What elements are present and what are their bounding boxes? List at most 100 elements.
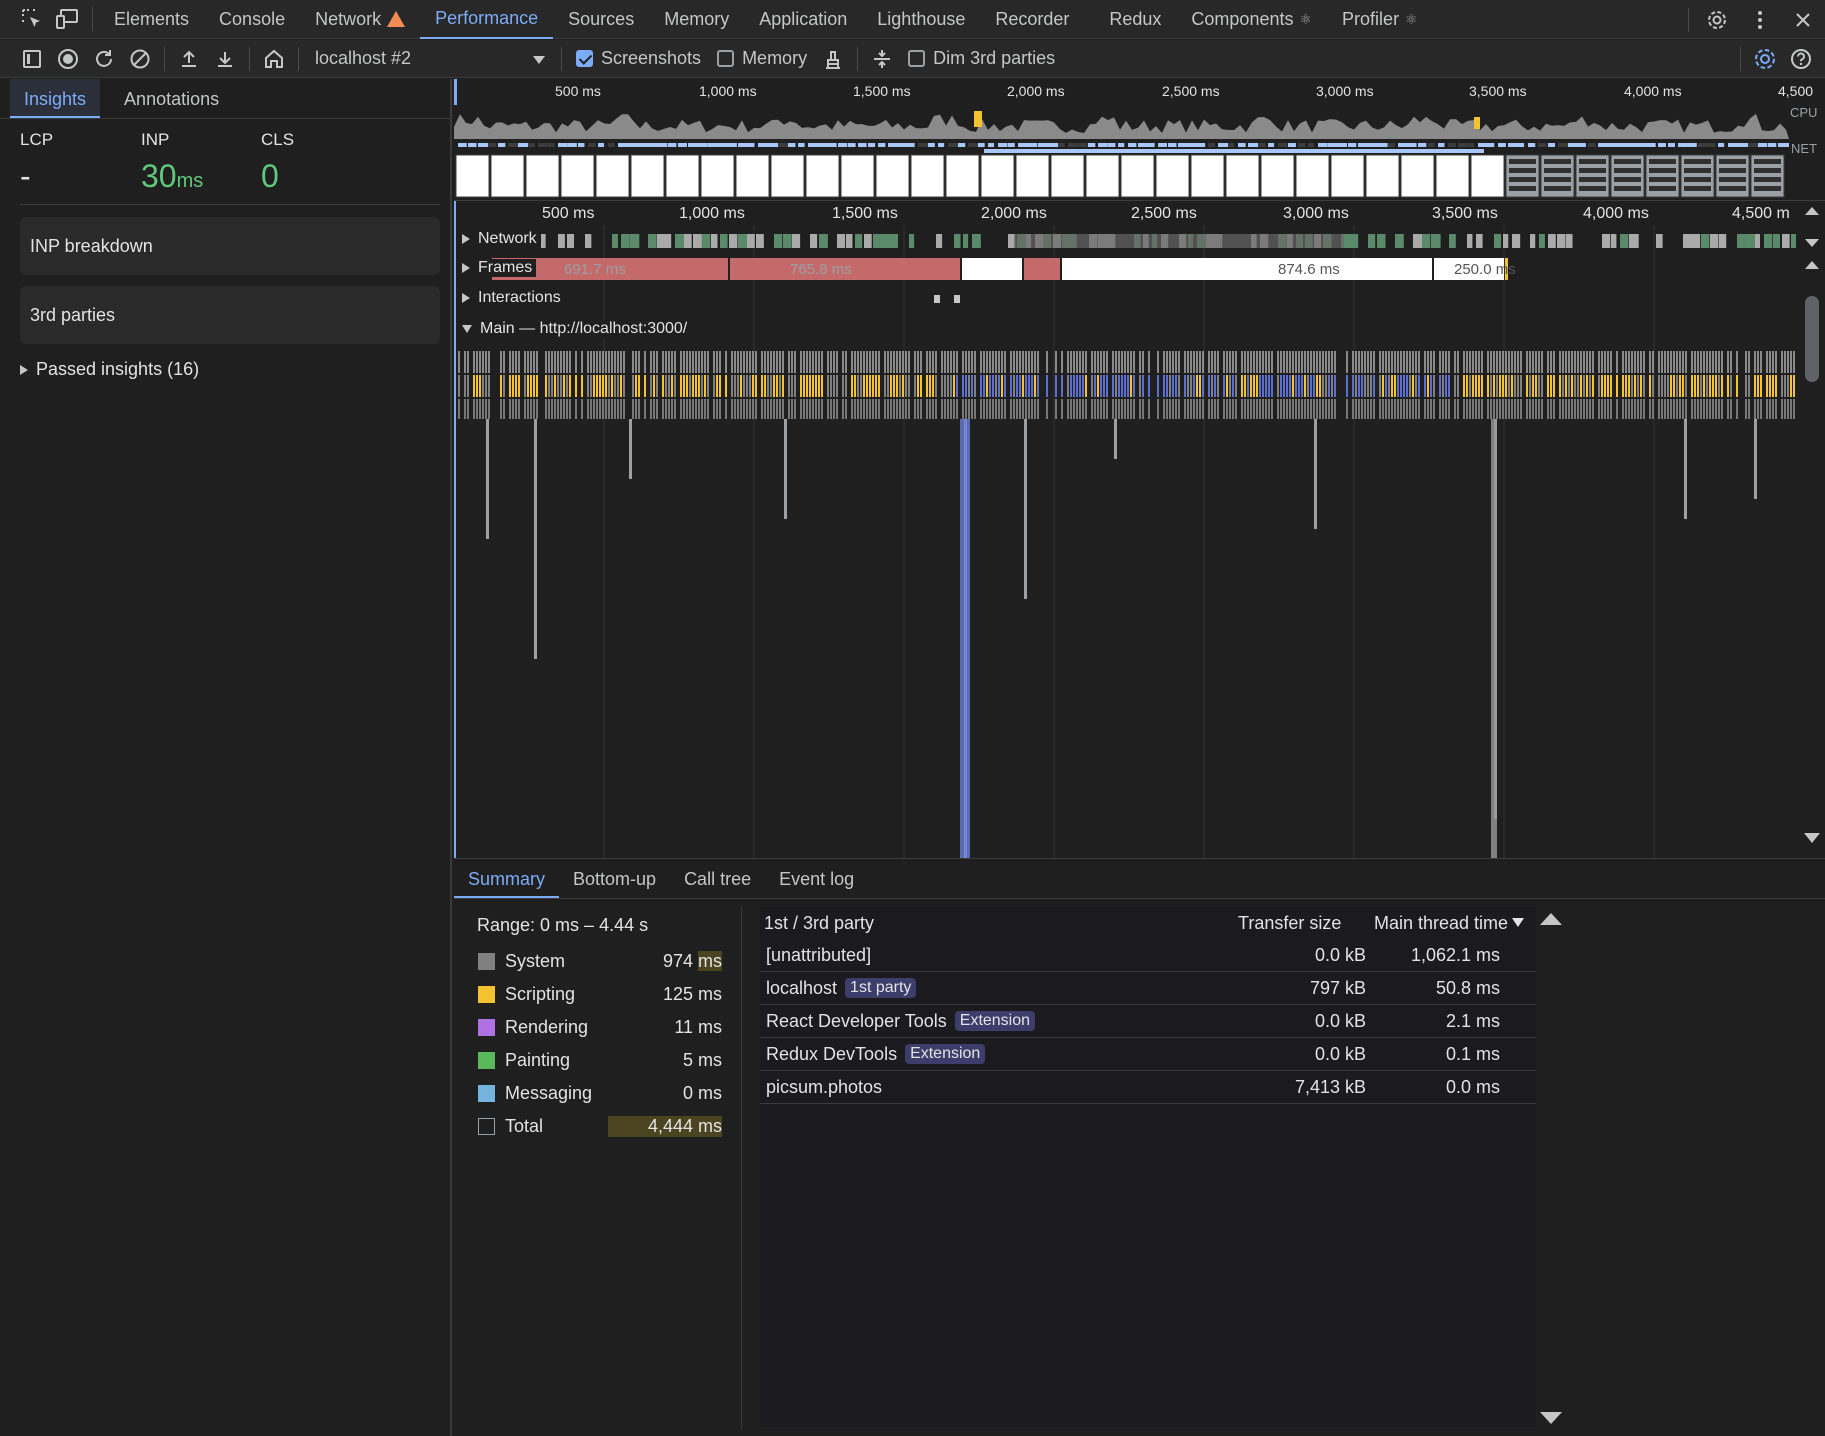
tab-network[interactable]: Network [300,0,420,39]
task-slice [929,375,931,397]
task-slice [1562,399,1564,419]
tab-performance[interactable]: Performance [420,0,554,39]
passed-insights-toggle[interactable]: Passed insights (16) [20,359,199,380]
third-parties-card[interactable]: 3rd parties [20,286,440,344]
device-toolbar-icon[interactable] [50,0,86,39]
tab-event-log[interactable]: Event log [765,859,868,898]
task-slice [545,351,547,373]
task-slice [941,375,943,397]
task-slice [743,351,745,373]
task-slice [1466,351,1468,373]
task-slice [1289,375,1291,397]
download-icon[interactable] [207,39,243,78]
task-slice [1223,375,1225,397]
garbage-collect-icon[interactable] [815,39,851,78]
table-row[interactable]: localhost 1st party 797 kB 50.8 ms [760,972,1536,1005]
tab-redux[interactable]: Redux [1094,0,1176,39]
tab-insights[interactable]: Insights [10,79,101,118]
record-icon[interactable] [50,39,86,78]
tab-components[interactable]: Components ⚛ [1176,0,1327,39]
upload-icon[interactable] [171,39,207,78]
task-slice [512,351,514,373]
column-header-party[interactable]: 1st / 3rd party [764,907,874,939]
tab-profiler[interactable]: Profiler ⚛ [1327,0,1433,39]
table-scrollbar[interactable] [1536,907,1566,1429]
tab-lighthouse[interactable]: Lighthouse [862,0,980,39]
network-track-header[interactable]: Network [462,230,541,248]
inp-breakdown-card[interactable]: INP breakdown [20,217,440,275]
toggle-sidebar-icon[interactable] [14,39,50,78]
task-slice [1166,375,1168,397]
task-slice [557,399,559,419]
tab-console[interactable]: Console [204,0,300,39]
tab-call-tree[interactable]: Call tree [670,859,765,898]
track-config-icon[interactable] [864,39,900,78]
inspect-element-icon[interactable] [14,0,50,39]
task-slice [1730,375,1732,397]
tab-recorder[interactable]: Recorder [980,0,1084,39]
column-header-main-thread[interactable]: Main thread time [1374,907,1526,939]
recording-target-select[interactable]: localhost #2 [305,48,555,69]
settings-gear-icon[interactable] [1695,0,1739,39]
task-slice [638,351,640,373]
capture-settings-icon[interactable] [1747,39,1783,78]
tab-memory[interactable]: Memory [649,0,744,39]
column-header-transfer-size[interactable]: Transfer size [1238,907,1341,939]
timeline-scrollbar[interactable] [1799,201,1825,858]
tab-annotations[interactable]: Annotations [110,79,233,118]
task-slice [476,351,478,373]
task-slice [1727,399,1729,419]
tab-elements[interactable]: Elements [99,0,204,39]
network-activity-bar [1258,143,1266,147]
timeline-tick: 1,000 ms [679,205,745,222]
timeline-overview[interactable]: 500 ms 1,000 ms 1,500 ms 2,000 ms 2,500 … [454,79,1825,201]
task-slice [1793,399,1795,419]
tab-summary[interactable]: Summary [454,859,560,898]
task-slice [1736,351,1738,373]
task-slice [1430,375,1432,397]
network-track-label: Network [478,230,537,247]
network-activity-bar [1698,143,1709,147]
expand-arrow-icon [462,263,470,273]
interactions-track-header[interactable]: Interactions [462,289,565,307]
task-slice [806,399,808,419]
table-row[interactable]: Redux DevTools Extension 0.0 kB 0.1 ms [760,1038,1536,1071]
timeline-tick: 2,500 ms [1131,205,1197,222]
task-slice [1076,399,1078,419]
table-row[interactable]: React Developer Tools Extension 0.0 kB 2.1 … [760,1005,1536,1038]
task-slice [773,399,775,419]
tab-application[interactable]: Application [744,0,862,39]
task-slice [1697,351,1699,373]
flame-chart[interactable] [454,201,1797,858]
task-slice [1103,375,1105,397]
task-slice [1352,375,1354,397]
help-icon[interactable] [1783,39,1819,78]
dim-3rd-parties-checkbox[interactable]: Dim 3rd parties [908,48,1055,69]
home-icon[interactable] [256,39,292,78]
memory-checkbox[interactable]: Memory [717,48,807,69]
table-row[interactable]: picsum.photos 7,413 kB 0.0 ms [760,1071,1536,1104]
task-slice [1325,351,1327,373]
reload-record-icon[interactable] [86,39,122,78]
task-slice [1475,399,1477,419]
tab-sources[interactable]: Sources [553,0,649,39]
task-slice [1559,399,1561,419]
network-activity-bar [1328,143,1339,147]
task-slice [1091,351,1093,373]
close-icon[interactable] [1781,0,1825,39]
frames-track-header[interactable]: Frames [462,259,537,277]
task-slice [674,351,676,373]
clear-icon[interactable] [122,39,158,78]
more-options-icon[interactable] [1739,0,1781,39]
network-activity-bar [1608,143,1619,147]
task-slice [1541,375,1543,397]
main-track-header[interactable]: Main — http://localhost:3000/ [462,320,692,338]
task-slice [1448,351,1450,373]
network-activity-bar [1318,143,1328,147]
tab-bottom-up[interactable]: Bottom-up [559,859,670,898]
table-row[interactable]: [unattributed] 0.0 kB 1,062.1 ms [760,939,1536,972]
screenshots-checkbox[interactable]: Screenshots [576,48,701,69]
task-slice [1652,351,1654,373]
task-slice [1661,375,1663,397]
task-slice [1541,351,1543,373]
